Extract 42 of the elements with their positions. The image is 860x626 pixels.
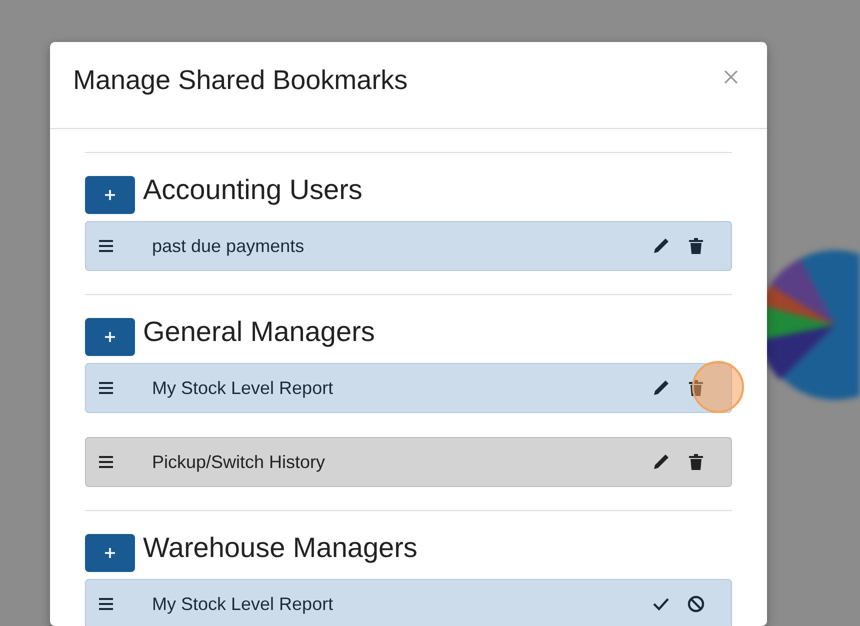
edit-button[interactable]: [652, 237, 670, 255]
trash-icon: [687, 237, 705, 255]
drag-handle-icon: [98, 381, 114, 395]
plus-icon: [104, 189, 116, 201]
cancel-button[interactable]: [687, 595, 705, 613]
bookmark-row[interactable]: My Stock Level Report: [85, 363, 732, 413]
drag-handle[interactable]: [98, 381, 114, 395]
dialog-title: Manage Shared Bookmarks: [73, 64, 408, 96]
group-heading: General Managers: [143, 318, 375, 346]
close-icon: [723, 69, 739, 85]
bookmark-row[interactable]: My Stock Level Report: [85, 579, 732, 626]
edit-button[interactable]: [652, 379, 670, 397]
bookmark-row[interactable]: past due payments: [85, 221, 732, 271]
edit-button[interactable]: [652, 453, 670, 471]
drag-handle-icon: [98, 239, 114, 253]
bookmark-label: My Stock Level Report: [152, 378, 334, 398]
cancel-icon: [687, 595, 705, 613]
trash-icon: [687, 453, 705, 471]
drag-handle[interactable]: [98, 455, 114, 469]
edit-icon: [652, 379, 670, 397]
plus-icon: [104, 547, 116, 559]
trash-button[interactable]: [687, 453, 705, 471]
drag-handle-icon: [98, 597, 114, 611]
plus-icon: [104, 331, 116, 343]
add-button[interactable]: [85, 318, 135, 356]
add-button[interactable]: [85, 534, 135, 572]
edit-icon: [652, 453, 670, 471]
group-heading: Warehouse Managers: [143, 534, 418, 562]
trash-button[interactable]: [687, 379, 705, 397]
drag-handle-icon: [98, 455, 114, 469]
add-button[interactable]: [85, 176, 135, 214]
bookmark-label: Pickup/Switch History: [152, 452, 326, 472]
bookmark-label: My Stock Level Report: [152, 594, 334, 614]
trash-icon: [687, 379, 705, 397]
close-button[interactable]: [723, 69, 739, 85]
drag-handle[interactable]: [98, 597, 114, 611]
bookmark-label: past due payments: [152, 236, 306, 256]
bookmark-row[interactable]: Pickup/Switch History: [85, 437, 732, 487]
trash-button[interactable]: [687, 237, 705, 255]
drag-handle[interactable]: [98, 239, 114, 253]
edit-icon: [652, 237, 670, 255]
group-heading: Accounting Users: [143, 176, 362, 204]
